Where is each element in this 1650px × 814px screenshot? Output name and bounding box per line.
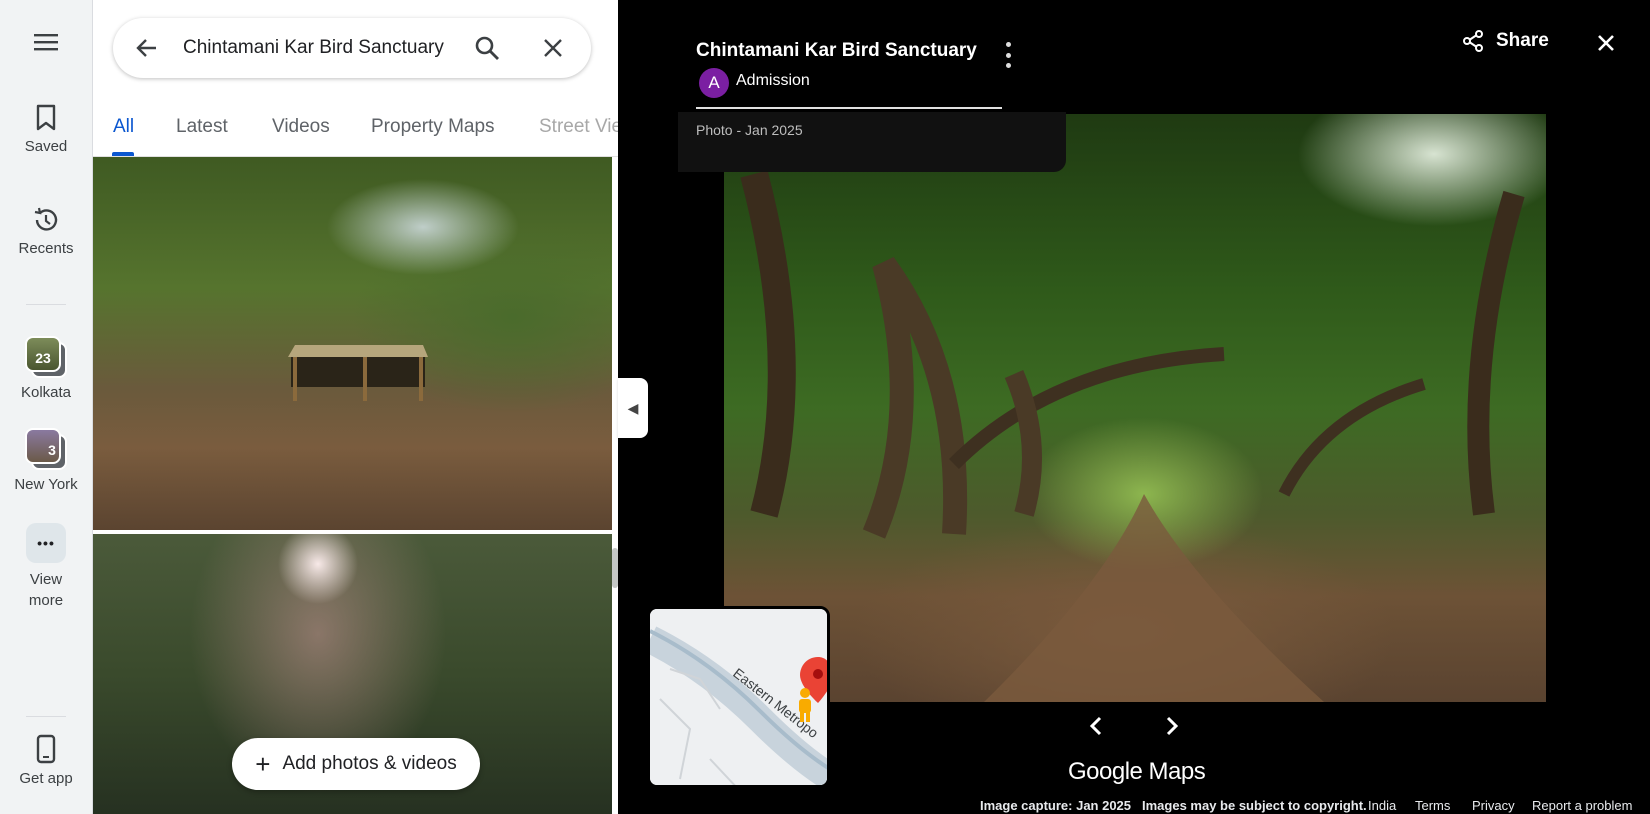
nav-saved[interactable]: Saved	[0, 104, 92, 155]
photos-panel: Chintamani Kar Bird Sanctuary All Latest…	[93, 0, 618, 814]
footer-link-terms[interactable]: Terms	[1415, 798, 1450, 813]
nav-get-app-label: Get app	[19, 770, 73, 787]
photo-tabs: All Latest Videos Property Maps Street V…	[93, 108, 618, 156]
author-name[interactable]: Admission	[736, 72, 810, 90]
previous-photo-button[interactable]	[1082, 712, 1110, 740]
close-viewer-button[interactable]	[1593, 30, 1619, 56]
kolkata-thumbnail: 23	[25, 336, 67, 378]
history-icon	[34, 207, 58, 231]
avatar[interactable]: A	[699, 68, 729, 98]
photo-date: Photo - Jan 2025	[696, 122, 803, 138]
nav-new-york-label: New York	[14, 476, 78, 493]
plus-icon: +	[255, 749, 271, 779]
nav-recents[interactable]: Recents	[0, 206, 92, 257]
more-dots-icon: •••	[26, 523, 66, 563]
nav-get-app[interactable]: Get app	[0, 734, 92, 787]
search-icon	[475, 36, 499, 60]
nav-divider	[26, 716, 66, 717]
image-capture-date: Image capture: Jan 2025	[980, 798, 1132, 813]
info-divider	[696, 107, 1002, 109]
search-button[interactable]	[463, 24, 511, 72]
tab-videos[interactable]: Videos	[272, 116, 330, 138]
tab-all[interactable]: All	[113, 116, 134, 138]
tab-street-view[interactable]: Street View	[539, 116, 618, 138]
footer-link-india[interactable]: India	[1368, 798, 1396, 813]
caret-left-icon: ◀	[627, 399, 639, 416]
add-photos-button[interactable]: + Add photos & videos	[232, 738, 480, 790]
map-image: Eastern Metropo	[650, 609, 827, 785]
nav-view-more-label: View more	[28, 571, 64, 609]
nav-recent-new-york[interactable]: 3 New York	[0, 428, 92, 493]
tab-property-maps[interactable]: Property Maps	[371, 116, 495, 138]
chevron-right-icon	[1166, 716, 1179, 736]
copyright-notice: Images may be subject to copyright.	[1142, 798, 1367, 813]
mini-map[interactable]: Eastern Metropo	[647, 606, 830, 788]
nav-divider	[26, 304, 66, 305]
menu-button[interactable]	[0, 32, 92, 52]
google-maps-logo: Google Maps	[1068, 758, 1206, 785]
nav-saved-label: Saved	[24, 138, 68, 155]
collapse-panel-button[interactable]: ◀	[618, 378, 648, 438]
share-icon	[1463, 30, 1483, 52]
shelter-hut-image	[288, 345, 428, 401]
new-york-thumbnail: 3	[25, 428, 67, 470]
more-options-icon[interactable]	[998, 42, 1018, 68]
clear-search-button[interactable]	[529, 24, 577, 72]
next-photo-button[interactable]	[1158, 712, 1186, 740]
close-icon	[544, 39, 562, 57]
nav-recent-kolkata[interactable]: 23 Kolkata	[0, 336, 92, 401]
new-york-count: 3	[48, 442, 56, 458]
chevron-left-icon	[1089, 716, 1102, 736]
tab-latest[interactable]: Latest	[176, 116, 228, 138]
close-icon	[1598, 35, 1614, 51]
phone-icon	[36, 734, 56, 764]
bookmark-icon	[36, 104, 56, 131]
footer-link-report[interactable]: Report a problem	[1532, 798, 1632, 813]
footer-link-privacy[interactable]: Privacy	[1472, 798, 1515, 813]
kolkata-count: 23	[35, 350, 51, 366]
share-label: Share	[1496, 30, 1549, 51]
nav-kolkata-label: Kolkata	[20, 384, 72, 401]
search-box: Chintamani Kar Bird Sanctuary	[113, 18, 591, 78]
nav-recents-label: Recents	[18, 240, 74, 257]
back-arrow-icon	[136, 39, 156, 57]
add-photos-label: Add photos & videos	[282, 753, 457, 774]
main-photo[interactable]	[724, 114, 1546, 702]
hamburger-menu-icon	[34, 34, 58, 51]
share-button[interactable]: Share	[1462, 30, 1549, 52]
place-title[interactable]: Chintamani Kar Bird Sanctuary	[696, 40, 977, 62]
nav-view-more[interactable]: ••• View more	[0, 523, 92, 611]
forest-path-image	[740, 170, 1525, 702]
photo-info-overlay	[678, 112, 1066, 172]
search-input[interactable]: Chintamani Kar Bird Sanctuary	[171, 37, 463, 59]
back-button[interactable]	[123, 24, 171, 72]
photo-thumbnail[interactable]	[93, 157, 612, 530]
nav-rail: Saved Recents 23 Kolkata 3 New York ••• …	[0, 0, 93, 814]
